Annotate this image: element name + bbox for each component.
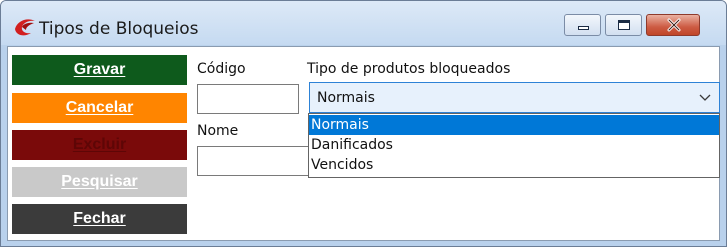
chevron-down-icon[interactable] (699, 92, 711, 102)
gravar-button[interactable]: Gravar (10, 53, 189, 87)
option-normais[interactable]: Normais (309, 115, 719, 135)
pesquisar-button[interactable]: Pesquisar (10, 165, 189, 199)
window-title: Tipos de Bloqueios (39, 19, 199, 39)
app-icon (15, 19, 35, 36)
form-client-area: Gravar Cancelar Excluir Pesquisar Fechar… (7, 46, 720, 241)
close-button[interactable] (646, 14, 700, 36)
excluir-button[interactable]: Excluir (10, 128, 189, 162)
maximize-icon (618, 20, 630, 30)
option-vencidos[interactable]: Vencidos (309, 155, 719, 175)
codigo-field[interactable] (197, 84, 299, 114)
nome-label: Nome (197, 123, 239, 139)
fechar-button[interactable]: Fechar (10, 202, 189, 236)
tipo-produtos-dropdown: Normais Danificados Vencidos (308, 113, 720, 178)
option-danificados[interactable]: Danificados (309, 135, 719, 155)
tipo-produtos-selected: Normais (317, 90, 375, 106)
tipo-produtos-select[interactable]: Normais (309, 82, 720, 113)
minimize-icon (578, 26, 589, 30)
nome-field[interactable] (197, 146, 309, 176)
close-icon (667, 18, 681, 32)
title-bar[interactable]: Tipos de Bloqueios (1, 1, 726, 45)
codigo-label: Código (197, 61, 246, 77)
cancelar-button[interactable]: Cancelar (10, 91, 189, 125)
tipos-bloqueios-window: Tipos de Bloqueios Gravar Cancelar Exclu… (0, 0, 727, 247)
maximize-button[interactable] (605, 14, 642, 36)
minimize-button[interactable] (564, 14, 601, 36)
tipo-produtos-label: Tipo de produtos bloqueados (307, 61, 511, 77)
